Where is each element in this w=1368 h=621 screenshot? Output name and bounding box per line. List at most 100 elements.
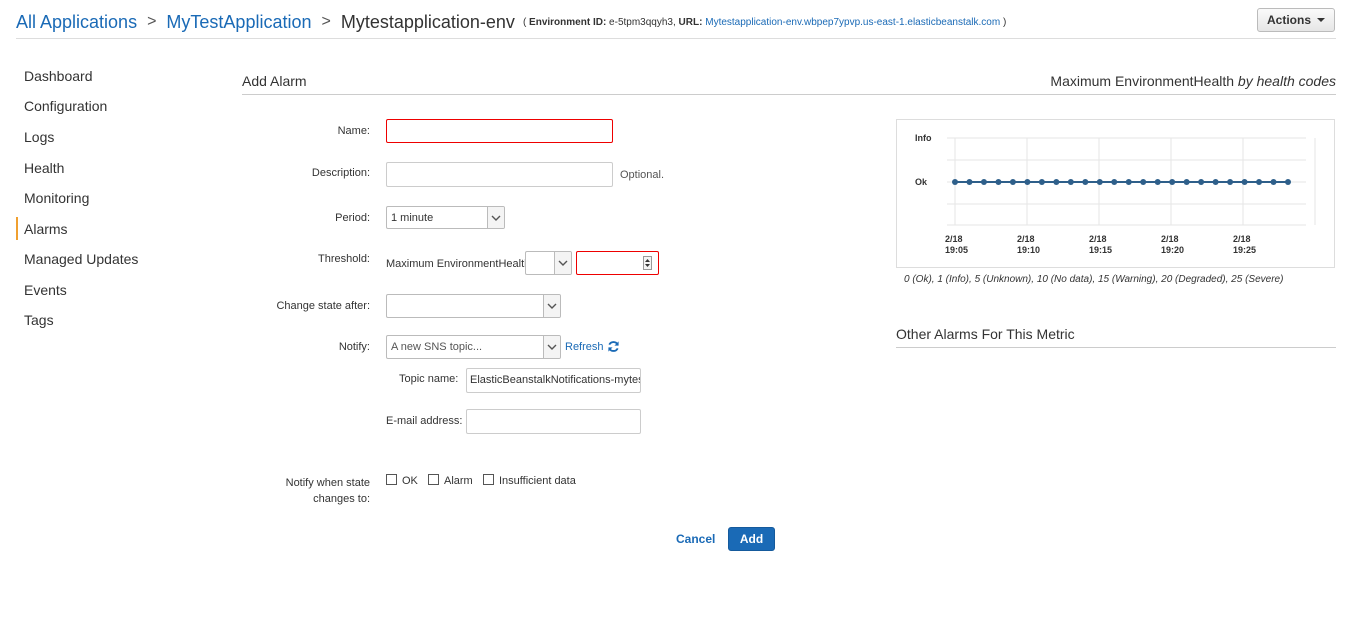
threshold-metric: Maximum EnvironmentHealth xyxy=(386,258,531,270)
data-point xyxy=(1256,179,1263,185)
environment-url-label: URL: xyxy=(675,16,703,28)
refresh-link[interactable]: Refresh xyxy=(565,340,620,353)
x-axis-label-date: 2/18 xyxy=(1233,234,1251,244)
data-point xyxy=(1009,179,1016,185)
sidebar-item-monitoring[interactable]: Monitoring xyxy=(24,190,89,206)
data-point xyxy=(1227,179,1234,185)
email-label: E-mail address: xyxy=(386,415,463,427)
sidebar-active-indicator xyxy=(16,217,18,240)
topic-name-label: Topic name: xyxy=(399,373,459,385)
x-axis-label-date: 2/18 xyxy=(945,234,963,244)
environment-id-label: Environment ID: xyxy=(529,16,607,28)
description-input[interactable] xyxy=(386,162,613,187)
notify-label: Notify: xyxy=(338,341,370,353)
data-point xyxy=(966,179,973,185)
notify-value: A new SNS topic... xyxy=(391,341,483,353)
checkbox-ok[interactable] xyxy=(386,474,397,485)
data-point xyxy=(1038,179,1045,185)
checkbox-alarm[interactable] xyxy=(428,474,439,485)
breadcrumb-separator: > xyxy=(321,13,331,30)
y-axis-label: Info xyxy=(915,133,932,143)
cancel-button[interactable]: Cancel xyxy=(676,532,715,546)
chevron-down-icon xyxy=(487,207,504,228)
metric-title-italic: by health codes xyxy=(1237,73,1336,89)
sidebar-item-dashboard[interactable]: Dashboard xyxy=(24,68,93,84)
data-point xyxy=(1285,179,1291,185)
other-alarms-title: Other Alarms For This Metric xyxy=(896,326,1075,342)
notify-when-label: Notify when state changes to: xyxy=(240,475,370,507)
breadcrumb-environment: Mytestapplication-env xyxy=(340,11,515,32)
name-label: Name: xyxy=(337,125,370,137)
y-axis-label: Ok xyxy=(915,177,928,187)
change-state-label: Change state after: xyxy=(276,300,370,312)
email-input[interactable] xyxy=(466,409,641,434)
chevron-down-icon xyxy=(554,252,571,274)
x-axis-label-time: 19:20 xyxy=(1161,245,1184,255)
chevron-down-icon xyxy=(543,336,560,358)
x-axis-label-date: 2/18 xyxy=(1017,234,1035,244)
refresh-label: Refresh xyxy=(565,340,604,353)
sidebar-item-tags[interactable]: Tags xyxy=(24,312,54,328)
actions-button[interactable]: Actions xyxy=(1257,8,1335,32)
caret-down-icon xyxy=(1317,18,1325,22)
data-point xyxy=(1024,179,1031,185)
notify-select[interactable]: A new SNS topic... xyxy=(386,335,561,359)
metric-title-main: Maximum EnvironmentHealth xyxy=(1050,73,1238,89)
data-point xyxy=(995,179,1002,185)
threshold-operator-select[interactable] xyxy=(525,251,572,275)
name-input[interactable] xyxy=(386,119,613,143)
data-point xyxy=(1183,179,1190,185)
sidebar-item-managed-updates[interactable]: Managed Updates xyxy=(24,251,138,267)
sidebar-item-logs[interactable]: Logs xyxy=(24,129,54,145)
other-alarms-divider xyxy=(896,347,1336,348)
optional-hint: Optional. xyxy=(620,169,665,181)
x-axis-label-date: 2/18 xyxy=(1089,234,1107,244)
environment-health-chart: Ok Info 2/18 19:05 2/18 19:10 2/18 19:15 2/18 19:… xyxy=(896,119,1335,268)
breadcrumb-application-link[interactable]: MyTestApplication xyxy=(166,12,311,33)
notify-when-label-line2: changes to: xyxy=(313,493,370,505)
chevron-down-icon xyxy=(543,295,560,317)
period-label: Period: xyxy=(335,212,370,224)
add-alarm-divider xyxy=(242,94,1336,95)
x-axis-label-time: 19:10 xyxy=(1017,245,1040,255)
environment-info: ( Environment ID: e-5tpm3qqyh3, URL: Myt… xyxy=(523,17,1006,28)
sidebar-item-alarms[interactable]: Alarms xyxy=(24,221,68,237)
sidebar-item-health[interactable]: Health xyxy=(24,160,64,176)
period-select[interactable]: 1 minute xyxy=(386,206,505,229)
spinner-icon[interactable] xyxy=(643,256,652,270)
environment-url-link[interactable]: Mytestapplication-env.wbpep7ypvp.us-east… xyxy=(705,17,1000,28)
change-state-select[interactable] xyxy=(386,294,561,318)
data-point xyxy=(952,179,958,185)
x-axis-label-date: 2/18 xyxy=(1161,234,1179,244)
data-point xyxy=(1241,179,1248,185)
topic-name-input[interactable]: ElasticBeanstalkNotifications-mytes xyxy=(466,368,641,393)
sidebar-item-configuration[interactable]: Configuration xyxy=(24,98,107,114)
environment-id: e-5tpm3qqyh3, xyxy=(606,16,676,28)
data-point xyxy=(1067,179,1074,185)
sidebar-item-events[interactable]: Events xyxy=(24,282,67,298)
checkbox-alarm-label: Alarm xyxy=(444,475,473,487)
breadcrumb-all-applications-link[interactable]: All Applications xyxy=(16,12,137,33)
chart-legend-text: 0 (Ok), 1 (Info), 5 (Unknown), 10 (No da… xyxy=(904,274,1284,285)
header-divider xyxy=(16,38,1336,39)
description-label: Description: xyxy=(311,167,370,179)
threshold-value-stepper[interactable] xyxy=(576,251,659,275)
add-button[interactable]: Add xyxy=(728,527,775,551)
data-point xyxy=(1140,179,1147,185)
data-point xyxy=(980,179,987,185)
checkbox-insufficient-data[interactable] xyxy=(483,474,494,485)
data-point xyxy=(1111,179,1118,185)
data-point xyxy=(1198,179,1205,185)
data-point xyxy=(1154,179,1161,185)
breadcrumb-separator: > xyxy=(147,13,157,30)
env-info-close: ) xyxy=(1000,16,1007,28)
checkbox-ok-label: OK xyxy=(402,475,418,487)
notify-when-label-line1: Notify when state xyxy=(285,477,370,489)
data-point xyxy=(1125,179,1132,185)
x-axis-label-time: 19:25 xyxy=(1233,245,1256,255)
x-axis-label-time: 19:15 xyxy=(1089,245,1112,255)
data-point xyxy=(1082,179,1089,185)
x-axis-label-time: 19:05 xyxy=(945,245,968,255)
breadcrumb: All Applications > MyTestApplication > M… xyxy=(16,8,1006,36)
data-point xyxy=(1212,179,1219,185)
